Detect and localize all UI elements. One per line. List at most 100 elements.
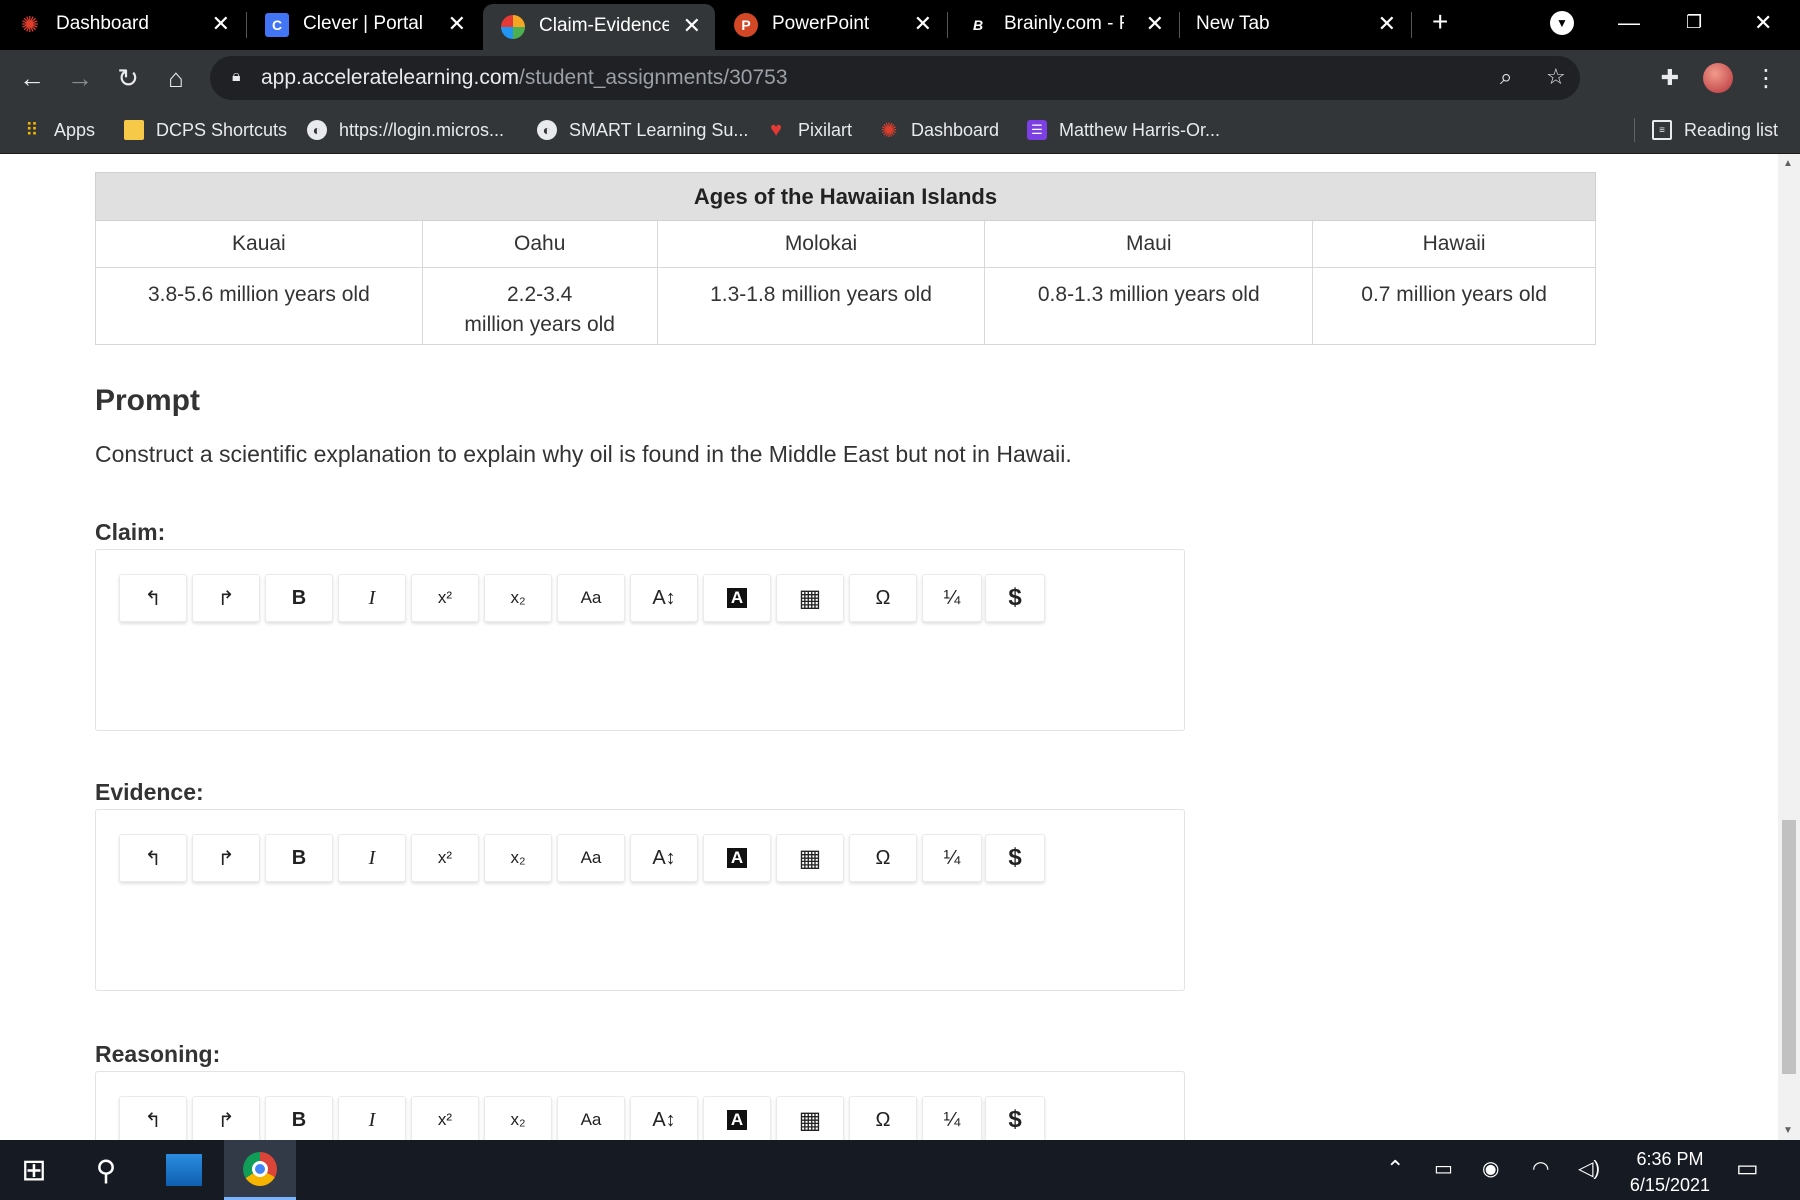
bookmark-smart-learning[interactable]: ◐ SMART Learning Su... — [537, 106, 748, 154]
reading-list-button[interactable]: ≡ Reading list — [1652, 106, 1778, 154]
undo-button[interactable]: ↰ — [119, 834, 187, 882]
close-icon[interactable]: ✕ — [212, 11, 230, 37]
window-close-icon[interactable]: ✕ — [1754, 10, 1772, 36]
menu-kebab-icon[interactable]: ⋮ — [1748, 60, 1784, 96]
table-cell-island: Kauai — [95, 220, 423, 268]
fraction-button[interactable]: ¼ — [922, 1096, 982, 1140]
url-path: /student_assignments/30753 — [519, 66, 788, 89]
fraction-button[interactable]: ¼ — [922, 834, 982, 882]
line-height-button[interactable]: A↕ — [630, 834, 698, 882]
special-characters-button[interactable]: Ω — [849, 574, 917, 622]
scroll-down-arrow-icon[interactable]: ▼ — [1783, 1125, 1793, 1136]
font-size-button[interactable]: Aa — [557, 834, 625, 882]
tab-claim-evidence-reasoning[interactable]: Claim-Evidence-R ✕ — [483, 4, 715, 50]
close-icon[interactable]: ✕ — [1146, 11, 1164, 37]
tab-clever-portal[interactable]: C Clever | Portal ✕ — [247, 0, 480, 50]
restore-icon[interactable]: ❐ — [1686, 12, 1702, 33]
scroll-up-arrow-icon[interactable]: ▲ — [1783, 158, 1793, 169]
notifications-icon[interactable]: ▭ — [1736, 1154, 1759, 1183]
extensions-puzzle-icon[interactable]: ✚ — [1652, 60, 1688, 96]
close-icon[interactable]: ✕ — [683, 13, 701, 39]
tab-new-tab[interactable]: New Tab ✕ — [1180, 0, 1410, 50]
undo-button[interactable]: ↰ — [119, 574, 187, 622]
bookmark-dcps-shortcuts[interactable]: DCPS Shortcuts — [124, 106, 287, 154]
chevron-up-icon[interactable]: ⌃ — [1386, 1156, 1404, 1182]
text-color-button[interactable]: A — [703, 574, 771, 622]
browser-toolbar: ← → ↻ ⌂ 🔒︎ app.acceleratelearning.com/st… — [0, 50, 1800, 106]
special-characters-button[interactable]: Ω — [849, 834, 917, 882]
redo-icon: ↱ — [217, 1109, 235, 1132]
line-height-button[interactable]: A↕ — [630, 574, 698, 622]
math-button[interactable]: $ — [985, 834, 1045, 882]
close-icon[interactable]: ✕ — [1378, 11, 1396, 37]
address-bar[interactable]: 🔒︎ app.acceleratelearning.com/student_as… — [210, 56, 1580, 100]
tab-powerpoint[interactable]: P PowerPoint ✕ — [716, 0, 946, 50]
table-button[interactable]: ▦ — [776, 1096, 844, 1140]
font-size-button[interactable]: Aa — [557, 574, 625, 622]
scrollbar-thumb[interactable] — [1782, 820, 1796, 1074]
bold-button[interactable]: B — [265, 574, 333, 622]
text-color-button[interactable]: A — [703, 834, 771, 882]
bookmark-dashboard[interactable]: ✺ Dashboard — [879, 106, 999, 154]
table-button[interactable]: ▦ — [776, 834, 844, 882]
subscript-button[interactable]: x₂ — [484, 574, 552, 622]
redo-button[interactable]: ↱ — [192, 574, 260, 622]
volume-icon[interactable]: ◁) — [1578, 1156, 1600, 1181]
math-button[interactable]: $ — [985, 574, 1045, 622]
special-characters-button[interactable]: Ω — [849, 1096, 917, 1140]
clock[interactable]: 6:36 PM 6/15/2021 — [1630, 1146, 1710, 1198]
redo-button[interactable]: ↱ — [192, 1096, 260, 1140]
evidence-editor[interactable]: ↰ ↱ B Ix² x₂ Aa A↕ A ▦ Ω ¼ $ — [95, 809, 1185, 991]
reasoning-editor[interactable]: ↰ ↱ B Ix² x₂ Aa A↕ A ▦ Ω ¼ $ — [95, 1071, 1185, 1140]
wifi-icon[interactable]: ◠ — [1532, 1156, 1549, 1181]
bookmark-matthew-harris[interactable]: ☰ Matthew Harris-Or... — [1027, 106, 1220, 154]
line-height-button[interactable]: A↕ — [630, 1096, 698, 1140]
search-icon[interactable]: ⚲ — [90, 1154, 122, 1186]
avatar[interactable] — [1700, 60, 1736, 96]
math-button[interactable]: $ — [985, 1096, 1045, 1140]
tab-dashboard[interactable]: ✺ Dashboard ✕ — [0, 0, 244, 50]
bookmark-apps[interactable]: ⠿ Apps — [22, 106, 95, 154]
fraction-icon: ¼ — [943, 586, 961, 609]
photos-app-icon[interactable] — [166, 1154, 202, 1186]
claim-editor[interactable]: ↰ ↱ B Ix² x₂ Aa A↕ A ▦ Ω ¼ $ — [95, 549, 1185, 731]
superscript-button[interactable]: x² — [411, 1096, 479, 1140]
italic-button[interactable]: I — [338, 574, 406, 622]
italic-button[interactable]: I — [338, 834, 406, 882]
minimize-icon[interactable]: — — [1618, 10, 1640, 36]
windows-start-icon[interactable]: ⊞ — [18, 1154, 50, 1187]
forward-arrow-icon[interactable]: → — [62, 60, 98, 96]
redo-button[interactable]: ↱ — [192, 834, 260, 882]
new-tab-plus-icon[interactable]: + — [1432, 6, 1448, 38]
zoom-icon[interactable]: ⌕ — [1500, 64, 1512, 90]
back-arrow-icon[interactable]: ← — [14, 60, 50, 96]
battery-icon[interactable]: ▭ — [1434, 1156, 1453, 1181]
fraction-button[interactable]: ¼ — [922, 574, 982, 622]
bookmark-login-microsoft[interactable]: ◐ https://login.micros... — [307, 106, 504, 154]
subscript-button[interactable]: x₂ — [484, 834, 552, 882]
bookmark-star-icon[interactable]: ☆ — [1546, 64, 1566, 90]
reload-icon[interactable]: ↻ — [110, 60, 146, 96]
tab-search-icon[interactable]: ▼ — [1550, 11, 1574, 35]
bookmark-label: DCPS Shortcuts — [156, 119, 288, 140]
font-size-button[interactable]: Aa — [557, 1096, 625, 1140]
superscript-button[interactable]: x² — [411, 574, 479, 622]
subscript-button[interactable]: x₂ — [484, 1096, 552, 1140]
text-color-button[interactable]: A — [703, 1096, 771, 1140]
bookmark-pixilart[interactable]: ♥ Pixilart — [766, 106, 852, 154]
bold-button[interactable]: B — [265, 1096, 333, 1140]
discord-icon[interactable]: ◉ — [1482, 1156, 1499, 1181]
home-icon[interactable]: ⌂ — [158, 60, 194, 96]
italic-button[interactable]: I — [338, 1096, 406, 1140]
bold-button[interactable]: B — [265, 834, 333, 882]
superscript-button[interactable]: x² — [411, 834, 479, 882]
page-scrollbar[interactable]: ▲ ▼ — [1778, 154, 1800, 1140]
close-icon[interactable]: ✕ — [914, 11, 932, 37]
close-icon[interactable]: ✕ — [448, 11, 466, 37]
table-button[interactable]: ▦ — [776, 574, 844, 622]
fraction-icon: ¼ — [943, 1108, 961, 1131]
tab-brainly[interactable]: B Brainly.com - For ✕ — [948, 0, 1178, 50]
undo-button[interactable]: ↰ — [119, 1096, 187, 1140]
line-height-icon: A↕ — [652, 1108, 676, 1131]
chrome-taskbar-button[interactable] — [224, 1140, 296, 1200]
